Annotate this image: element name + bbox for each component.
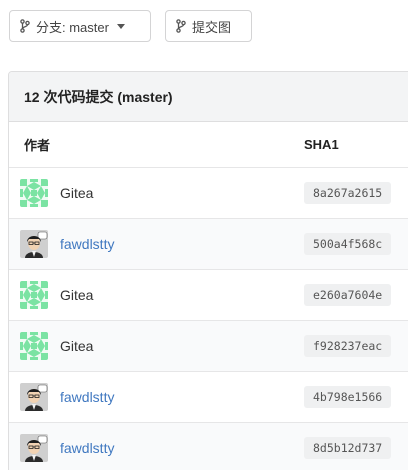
commit-sha-button[interactable]: 4b798e1566 <box>304 386 392 408</box>
toolbar: 分支: master 提交图 <box>0 0 408 52</box>
commit-author-link[interactable]: fawdlstty <box>60 440 114 456</box>
commits-title: 12 次代码提交 (master) <box>24 88 173 105</box>
commit-row: fawdlstty 4b798e1566 <box>9 372 408 423</box>
commit-author: Gitea <box>60 185 94 201</box>
identicon-avatar <box>20 281 48 309</box>
commit-sha-button[interactable]: 8a267a2615 <box>304 182 392 204</box>
commit-row: fawdlstty 8d5b12d737 <box>9 423 408 470</box>
git-branch-icon <box>20 19 30 33</box>
commits-panel-header: 12 次代码提交 (master) <box>9 72 408 122</box>
commit-sha-button[interactable]: f928237eac <box>304 335 392 357</box>
commit-author-link[interactable]: fawdlstty <box>60 236 114 252</box>
commits-table-header: 作者 SHA1 <box>9 122 408 168</box>
commit-author: Gitea <box>60 287 94 303</box>
branch-dropdown-button[interactable]: 分支: master <box>9 10 151 42</box>
commit-row: Gitea 8a267a2615 <box>9 168 408 219</box>
commit-author-link[interactable]: fawdlstty <box>60 389 114 405</box>
git-branch-icon <box>176 19 186 33</box>
user-photo-avatar[interactable] <box>20 230 48 258</box>
commit-row: Gitea f928237eac <box>9 321 408 372</box>
graph-label: 提交图 <box>192 19 232 35</box>
author-column-header: 作者 <box>24 138 51 153</box>
identicon-avatar <box>20 179 48 207</box>
caret-down-icon <box>116 23 125 29</box>
commits-panel: 12 次代码提交 (master) 作者 SHA1 Gitea 8a267a26… <box>8 71 408 470</box>
identicon-avatar <box>20 332 48 360</box>
commit-sha-button[interactable]: 8d5b12d737 <box>304 437 392 459</box>
commit-row: fawdlstty 500a4f568c <box>9 219 408 270</box>
commit-sha-button[interactable]: e260a7604e <box>304 284 392 306</box>
user-photo-avatar[interactable] <box>20 383 48 411</box>
user-photo-avatar[interactable] <box>20 434 48 462</box>
commit-row: Gitea e260a7604e <box>9 270 408 321</box>
commit-author: Gitea <box>60 338 94 354</box>
commit-sha-button[interactable]: 500a4f568c <box>304 233 392 255</box>
commit-graph-button[interactable]: 提交图 <box>165 10 252 42</box>
branch-label: 分支: master <box>36 19 109 35</box>
sha-column-header: SHA1 <box>304 137 339 152</box>
